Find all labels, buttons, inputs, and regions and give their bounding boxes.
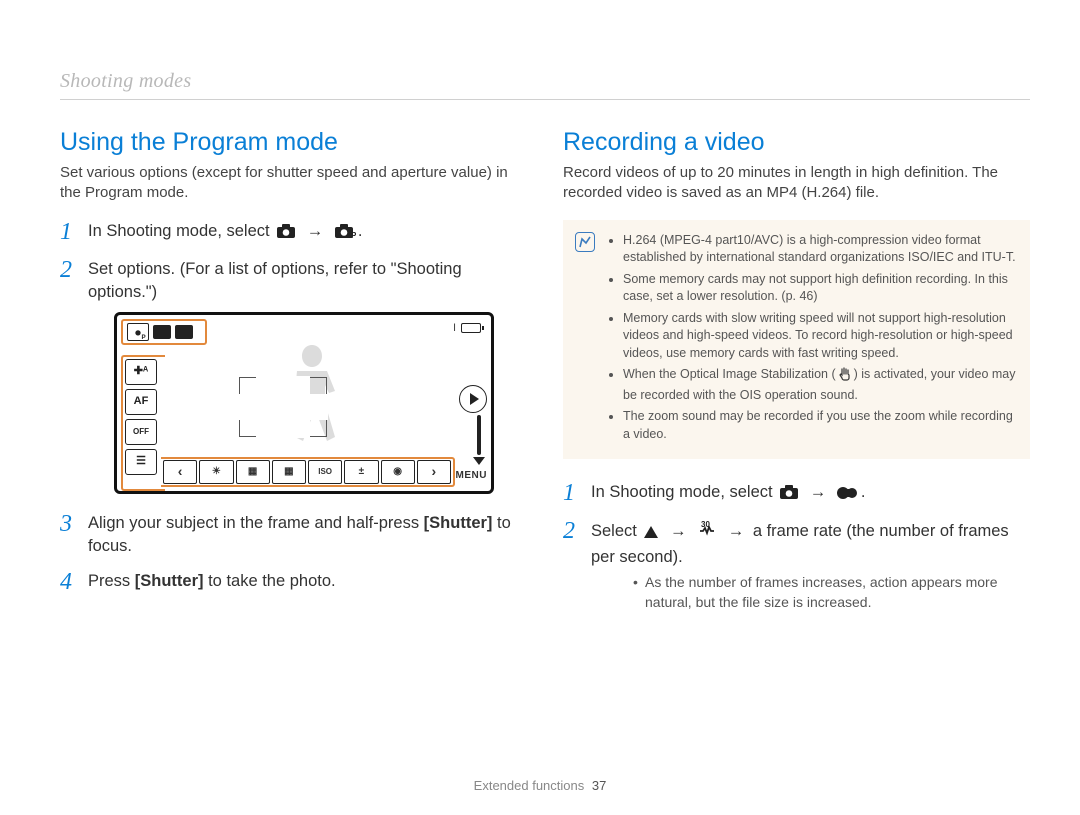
display-button[interactable]: ☰ xyxy=(125,449,157,475)
wb-icon: ☀ xyxy=(212,465,221,479)
res-icon: ▦ xyxy=(248,465,257,479)
qual-icon: ▦ xyxy=(284,465,293,479)
step-3-pre: Align your subject in the frame and half… xyxy=(88,514,424,532)
intro-right: Record videos of up to 20 minutes in len… xyxy=(563,163,1030,204)
manual-page: Shooting modes Using the Program mode Se… xyxy=(0,0,1080,815)
right-column: Recording a video Record videos of up to… xyxy=(563,128,1030,624)
camera-icon xyxy=(779,484,799,507)
video-icon xyxy=(837,484,859,507)
playback-button[interactable] xyxy=(459,385,487,413)
left-column: Using the Program mode Set various optio… xyxy=(60,128,527,624)
arrow-icon: → xyxy=(728,522,745,540)
chevron-left-icon: ‹ xyxy=(178,462,183,482)
camera-icon xyxy=(276,223,296,246)
step-1: In Shooting mode, select → P . xyxy=(60,220,527,246)
note-4-pre: When the Optical Image Stabilization ( xyxy=(623,367,836,381)
top-highlight: P xyxy=(121,319,207,345)
timer-label: OFF xyxy=(133,426,149,437)
step-4: Press [Shutter] to take the photo. xyxy=(60,570,527,593)
arrow-icon: → xyxy=(307,222,324,240)
toolbar-ev-button[interactable]: ± xyxy=(344,460,378,484)
toolbar-next-button[interactable]: › xyxy=(417,460,451,484)
ois-hand-icon xyxy=(838,367,852,387)
steps-left: In Shooting mode, select → P . Set optio… xyxy=(60,220,527,594)
step-2-text: Set options. (For a list of options, ref… xyxy=(88,260,462,301)
toolbar-face-button[interactable]: ◉ xyxy=(381,460,415,484)
shutter-key-1: [Shutter] xyxy=(424,514,493,532)
mode-solid2-icon xyxy=(175,325,193,339)
af-mode-label: AF xyxy=(134,394,149,409)
section-title-right: Recording a video xyxy=(563,128,1030,157)
rstep-2-sub-item: As the number of frames increases, actio… xyxy=(633,573,1030,612)
toolbar-res-button[interactable]: ▦ xyxy=(236,460,270,484)
breadcrumb: Shooting modes xyxy=(60,70,1030,100)
arrow-icon: → xyxy=(810,483,827,501)
flash-auto-button[interactable]: ✚ᴬ xyxy=(125,359,157,385)
step-3: Align your subject in the frame and half… xyxy=(60,512,527,558)
up-triangle-icon xyxy=(643,523,659,546)
rstep-1: In Shooting mode, select → . xyxy=(563,481,1030,507)
timer-button[interactable]: OFF xyxy=(125,419,157,445)
toolbar-prev-button[interactable]: ‹ xyxy=(163,460,197,484)
shutter-key-2: [Shutter] xyxy=(135,572,204,590)
footer-label: Extended functions xyxy=(474,778,585,793)
step-1-text: In Shooting mode, select xyxy=(88,222,274,240)
af-mode-button[interactable]: AF xyxy=(125,389,157,415)
intro-left: Set various options (except for shutter … xyxy=(60,163,527,204)
battery-icon xyxy=(461,323,481,333)
status-letter: I xyxy=(453,321,457,336)
rstep-1-text: In Shooting mode, select xyxy=(591,483,777,501)
step-2: Set options. (For a list of options, ref… xyxy=(60,258,527,494)
scrollbar[interactable] xyxy=(477,415,481,455)
chevron-right-icon: › xyxy=(432,462,437,482)
step-4-pre: Press xyxy=(88,572,135,590)
section-title-left: Using the Program mode xyxy=(60,128,527,157)
rstep-2-sub: As the number of frames increases, actio… xyxy=(591,573,1030,612)
scroll-down-icon xyxy=(473,457,485,465)
ev-icon: ± xyxy=(359,465,365,479)
camera-preview: P I xyxy=(114,312,494,494)
note-item-3: Memory cards with slow writing speed wil… xyxy=(623,310,1016,363)
iso-icon: ISO xyxy=(318,466,332,477)
status-bar: I xyxy=(453,321,481,336)
flash-auto-label: ✚ᴬ xyxy=(134,364,149,379)
note-icon xyxy=(575,232,595,252)
note-item-2: Some memory cards may not support high d… xyxy=(623,271,1016,306)
mode-thumb-icon: P xyxy=(127,323,149,341)
mode-solid-icon xyxy=(153,325,171,339)
note-item-4: When the Optical Image Stabilization () … xyxy=(623,366,1016,404)
rstep-2-pre: Select xyxy=(591,522,641,540)
page-footer: Extended functions 37 xyxy=(0,778,1080,793)
menu-label[interactable]: MENU xyxy=(456,469,487,483)
bottom-toolbar: ‹ ☀ ▦ ▦ ISO ± ◉ › xyxy=(161,457,455,487)
arrow-icon: → xyxy=(670,522,687,540)
note-list: H.264 (MPEG-4 part10/AVC) is a high-comp… xyxy=(609,232,1016,444)
left-button-column: ✚ᴬ AF OFF ☰ xyxy=(125,359,157,475)
svg-text:P: P xyxy=(142,334,146,340)
play-icon xyxy=(470,393,479,405)
note-item-5: The zoom sound may be recorded if you us… xyxy=(623,408,1016,443)
display-icon: ☰ xyxy=(136,454,146,469)
rstep-2: Select → 30 → a frame rate (the number o… xyxy=(563,519,1030,612)
toolbar-wb-button[interactable]: ☀ xyxy=(199,460,233,484)
toolbar-iso-button[interactable]: ISO xyxy=(308,460,342,484)
note-item-1: H.264 (MPEG-4 part10/AVC) is a high-comp… xyxy=(623,232,1016,267)
toolbar-qual-button[interactable]: ▦ xyxy=(272,460,306,484)
columns: Using the Program mode Set various optio… xyxy=(60,128,1030,624)
steps-right: In Shooting mode, select → . Select → xyxy=(563,481,1030,612)
framerate-30-icon: 30 xyxy=(697,519,717,546)
note-box: H.264 (MPEG-4 part10/AVC) is a high-comp… xyxy=(563,220,1030,460)
af-frame-icon xyxy=(239,377,327,437)
page-number: 37 xyxy=(592,778,606,793)
face-icon: ◉ xyxy=(393,465,402,479)
camera-p-icon: P xyxy=(334,223,356,246)
step-4-post: to take the photo. xyxy=(204,572,336,590)
svg-text:P: P xyxy=(351,231,356,239)
